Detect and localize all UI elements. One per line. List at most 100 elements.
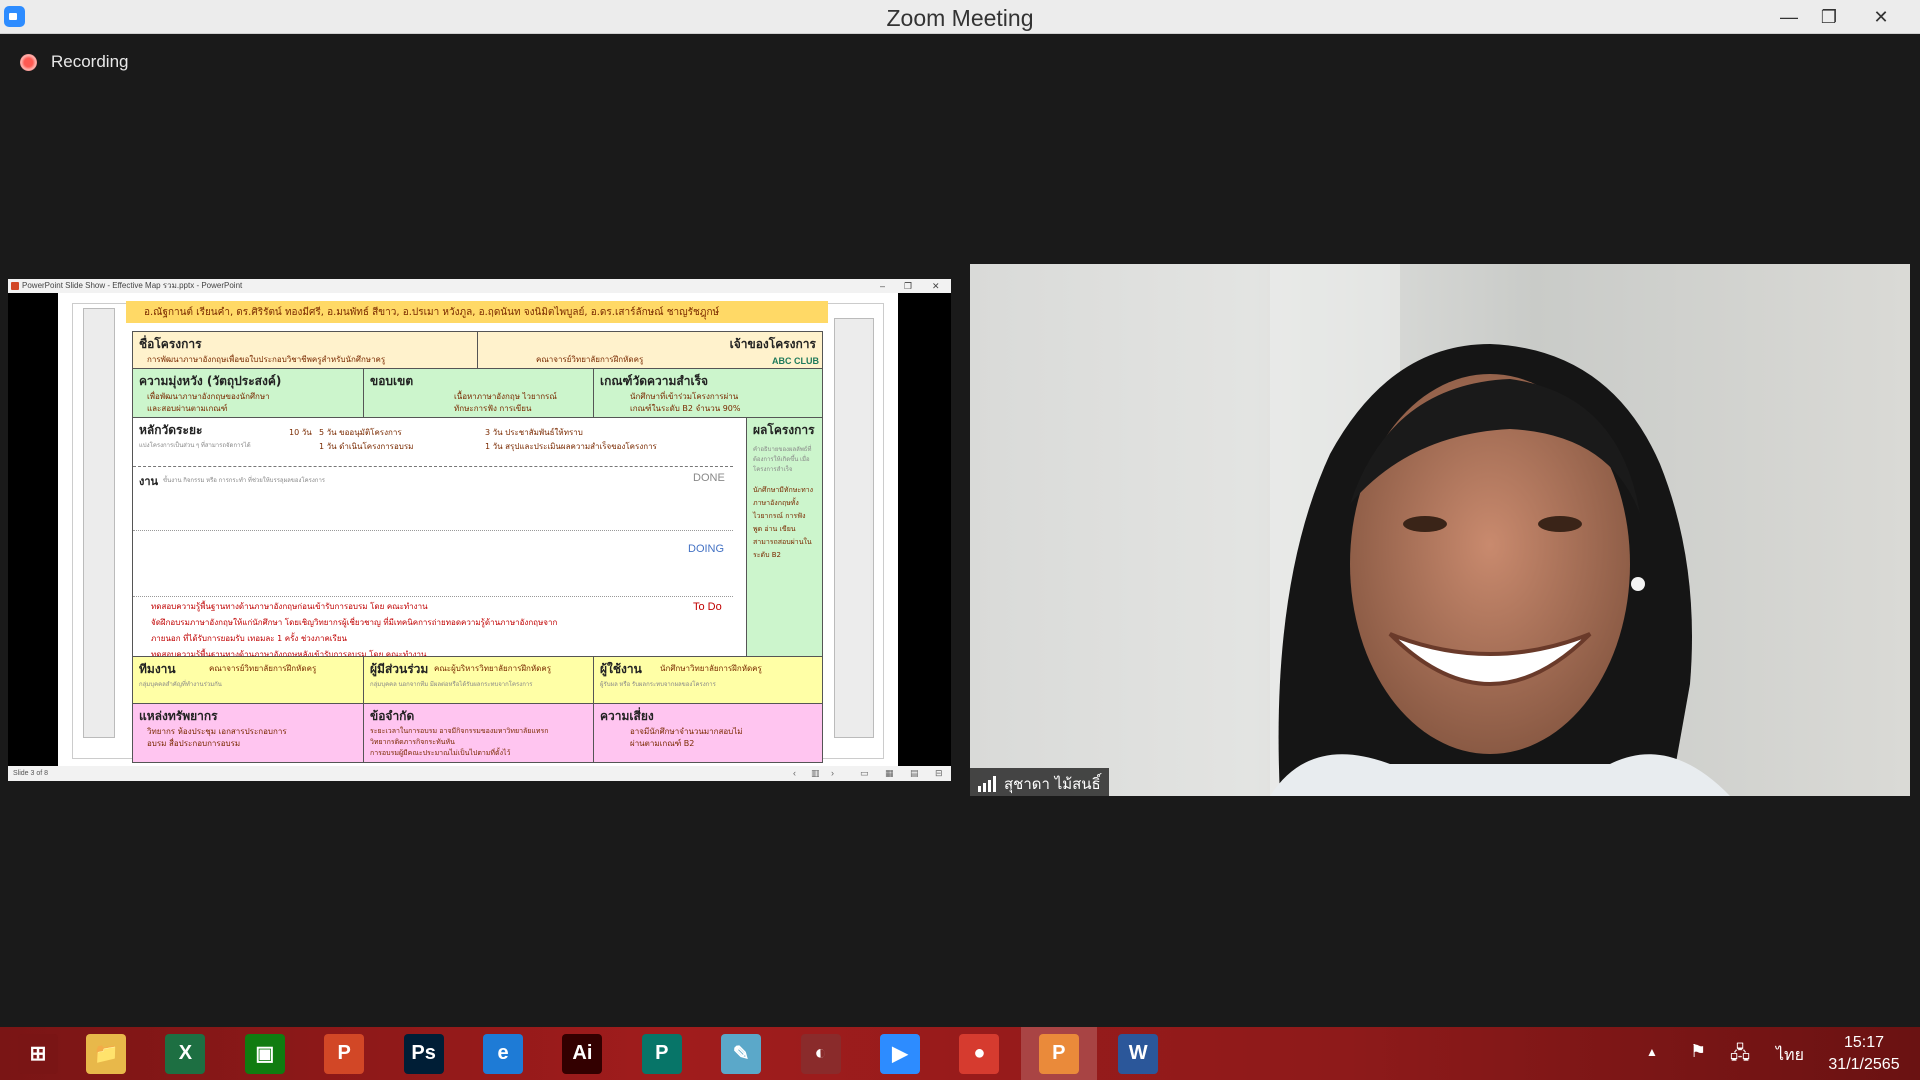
- result-cell: ผลโครงการ คำอธิบายของผลลัพธ์ที่ต้องการให…: [746, 417, 823, 657]
- start-button-icon: ⊞: [18, 1033, 58, 1074]
- notepad-taskbar-icon[interactable]: ✎: [703, 1027, 779, 1080]
- close-button[interactable]: ✕: [1858, 0, 1904, 34]
- done-label: DONE: [693, 472, 725, 484]
- slideshow-icon[interactable]: ⊟: [935, 766, 943, 781]
- todo-item: จัดฝึกอบรมภาษาอังกฤษให้แก่นักศึกษา โดยเช…: [151, 618, 558, 627]
- scope-text-2: ทักษะการฟัง การเขียน: [454, 404, 532, 413]
- signal-icon: [978, 776, 996, 792]
- sorter-view-icon[interactable]: ▦: [885, 766, 894, 781]
- stakeholder-subtext: กลุ่มบุคคล นอกจากทีม มีผลต่อหรือได้รับผล…: [370, 682, 533, 688]
- pp-close-icon: ✕: [932, 281, 940, 291]
- recording-label: Recording: [51, 52, 129, 71]
- tray-expand-icon[interactable]: ▲: [1646, 1045, 1658, 1059]
- language-indicator[interactable]: ไทย: [1776, 1043, 1804, 1068]
- user-cell: ผู้ใช้งาน นักศึกษาวิทยาลัยการฝึกหัดครู ผ…: [593, 656, 823, 704]
- slide-menu-icon[interactable]: ▥: [811, 766, 820, 781]
- normal-view-icon[interactable]: ▭: [860, 766, 869, 781]
- zoom-taskbar-icon[interactable]: ▶: [862, 1027, 938, 1080]
- start-button-taskbar-icon[interactable]: ⊞: [0, 1027, 76, 1080]
- stakeholder-cell: ผู้มีส่วนร่วม คณะผู้บริหารวิทยาลัยการฝึก…: [363, 656, 594, 704]
- resources-text-2: อบรม สื่อประกอบการอบรม: [147, 739, 241, 748]
- action-center-flag-icon[interactable]: ⚑: [1690, 1041, 1706, 1062]
- clock[interactable]: 15:17 31/1/2565: [1808, 1032, 1920, 1076]
- participant-name-tag: สุชาดา ไม้สนธิ์: [970, 768, 1109, 796]
- constraints-text-1: ระยะเวลาในการอบรม อาจมีกิจกรรมของมหาวิทย…: [370, 727, 549, 735]
- project-name-text: การพัฒนาภาษาอังกฤษเพื่อขอใบประกอบวิชาชีพ…: [147, 355, 386, 364]
- pp-minimize-icon: –: [880, 281, 886, 291]
- powerpoint-active-icon: P: [1038, 1033, 1079, 1074]
- owner-cell: เจ้าของโครงการ คณาจารย์วิทยาลัยการฝึกหัด…: [477, 331, 823, 369]
- publisher-icon: P: [641, 1033, 682, 1074]
- user-text: นักศึกษาวิทยาลัยการฝึกหัดครู: [660, 664, 762, 673]
- risk-text-1: อาจมีนักศึกษาจำนวนมากสอบไม่: [630, 727, 743, 736]
- network-icon[interactable]: 🖧: [1730, 1041, 1750, 1071]
- window-title: Zoom Meeting: [886, 5, 1034, 31]
- word-taskbar-icon[interactable]: W: [1100, 1027, 1176, 1080]
- powerpoint-statusbar: Slide 3 of 8 ‹ ▥ › ▭ ▦ ▤ ⊟: [8, 766, 951, 781]
- project-name-cell: ชื่อโครงการ การพัฒนาภาษาอังกฤษเพื่อขอใบป…: [132, 331, 478, 369]
- task-subtext: ขั้นงาน กิจกรรม หรือ การกระทำ ที่ช่วยให้…: [163, 478, 326, 484]
- kpi-heading: เกณฑ์วัดความสำเร็จ: [600, 374, 709, 388]
- powerpoint-window-title: PowerPoint Slide Show - Effective Map รว…: [22, 281, 243, 290]
- publisher-taskbar-icon[interactable]: P: [624, 1027, 700, 1080]
- hotcape-taskbar-icon[interactable]: ◐: [783, 1027, 859, 1080]
- kpi-text-1: นักศึกษาที่เข้าร่วมโครงการผ่าน: [630, 392, 739, 401]
- objective-heading: ความมุ่งหวัง (วัตถุประสงค์): [139, 374, 282, 388]
- result-text: นักศึกษามีทักษะทางภาษาอังกฤษทั้งไวยากรณ์…: [753, 486, 814, 559]
- participant-video[interactable]: สุชาดา ไม้สนธิ์: [970, 264, 1910, 796]
- constraints-text-2: วิทยากรติดภารกิจกระทันหัน: [370, 738, 455, 746]
- photoshop-icon: Ps: [403, 1033, 444, 1074]
- powerpoint-icon: [11, 282, 19, 290]
- word-icon: W: [1118, 1033, 1159, 1074]
- resources-text-1: วิทยากร ห้องประชุม เอกสารประกอบการ: [147, 727, 287, 736]
- clock-time: 15:17: [1843, 1034, 1885, 1051]
- milestone-days: 10 วัน: [289, 428, 312, 437]
- constraints-text-3: การอบรมผู้มีคณะประมาณไม่เป็นไปตามที่ตั้ง…: [370, 749, 511, 757]
- kpi-cell: เกณฑ์วัดความสำเร็จ นักศึกษาที่เข้าร่วมโค…: [593, 368, 823, 418]
- notepad-icon: ✎: [721, 1033, 762, 1074]
- milestone-2: 1 วัน ดำเนินโครงการอบรม: [319, 442, 414, 451]
- constraints-heading: ข้อจำกัด: [370, 709, 415, 723]
- pp-restore-icon: ❐: [904, 281, 913, 291]
- presentation-slide: อ.ณัฐกานต์ เรียนคำ, ดร.ศิริรัตน์ ทองมีศร…: [58, 293, 898, 766]
- illustrator-taskbar-icon[interactable]: Ai: [544, 1027, 620, 1080]
- todo-item: ภายนอก ที่ได้รับการยอมรับ เทอมละ 1 ครั้ง…: [151, 634, 347, 643]
- kpi-text-2: เกณฑ์ในระดับ B2 จำนวน 90%: [630, 404, 741, 413]
- divider: [133, 466, 733, 467]
- clock-date: 31/1/2565: [1828, 1056, 1900, 1073]
- divider: [133, 530, 733, 531]
- result-heading: ผลโครงการ: [753, 423, 815, 437]
- team-subtext: กลุ่มบุคคลสำคัญที่ทำงานร่วมกัน: [139, 682, 222, 688]
- resources-heading: แหล่งทรัพยากร: [139, 709, 218, 723]
- next-slide-icon[interactable]: ›: [831, 766, 834, 781]
- task-heading: งาน: [139, 475, 159, 488]
- milestone-1: 5 วัน ขออนุมัติโครงการ: [319, 428, 402, 437]
- file-explorer-icon: 📁: [86, 1033, 126, 1074]
- reading-view-icon[interactable]: ▤: [910, 766, 919, 781]
- screen-share: PowerPoint Slide Show - Effective Map รว…: [8, 279, 951, 781]
- recording-indicator[interactable]: Recording: [20, 52, 129, 72]
- participant-face: [1270, 264, 1730, 796]
- divider: [133, 596, 733, 597]
- prev-slide-icon[interactable]: ‹: [793, 766, 796, 781]
- authors-banner: อ.ณัฐกานต์ เรียนคำ, ดร.ศิริรัตน์ ทองมีศร…: [126, 301, 828, 323]
- excel-taskbar-icon[interactable]: X: [147, 1027, 223, 1080]
- task-board-cell: หลักวัดระยะ แบ่งโครงการเป็นส่วน ๆ ที่สาม…: [132, 417, 747, 657]
- restore-button[interactable]: ❐: [1806, 0, 1852, 34]
- record-icon: [20, 53, 37, 71]
- file-explorer-taskbar-icon[interactable]: 📁: [68, 1027, 144, 1080]
- user-subtext: ผู้รับผล หรือ รับผลกระทบจากผลของโครงการ: [600, 682, 716, 688]
- team-text: คณาจารย์วิทยาลัยการฝึกหัดครู: [209, 664, 317, 673]
- risk-heading: ความเสี่ยง: [600, 709, 654, 723]
- powerpoint-taskbar-icon[interactable]: P: [306, 1027, 382, 1080]
- milestone-heading: หลักวัดระยะ: [139, 423, 203, 437]
- photoshop-taskbar-icon[interactable]: Ps: [386, 1027, 462, 1080]
- stakeholder-text: คณะผู้บริหารวิทยาลัยการฝึกหัดครู: [434, 664, 552, 673]
- powerpoint-active-taskbar-icon[interactable]: P: [1020, 1027, 1097, 1080]
- store-taskbar-icon[interactable]: ▣: [227, 1027, 303, 1080]
- chrome-taskbar-icon[interactable]: ●: [941, 1027, 1017, 1080]
- internet-explorer-taskbar-icon[interactable]: e: [465, 1027, 541, 1080]
- objective-cell: ความมุ่งหวัง (วัตถุประสงค์) เพื่อพัฒนาภา…: [132, 368, 364, 418]
- risk-cell: ความเสี่ยง อาจมีนักศึกษาจำนวนมากสอบไม่ ผ…: [593, 703, 823, 763]
- windows-taskbar: ⊞ 📁 X ▣ P Ps e Ai P ✎ ◐ ▶ ● P W ▲ ⚑ 🖧 ไทย 15:17 31/1/2…: [0, 1027, 1920, 1080]
